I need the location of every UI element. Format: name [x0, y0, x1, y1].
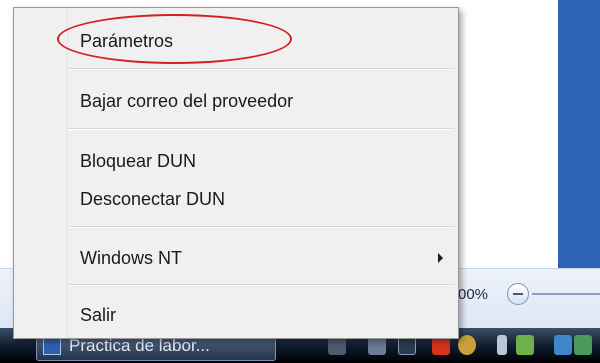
annotation-ellipse	[57, 14, 292, 64]
network-icon[interactable]	[516, 335, 534, 355]
menu-separator	[69, 128, 454, 130]
menu-item-bloquear-dun[interactable]: Bloquear DUN	[69, 146, 456, 176]
menu-item-label: Desconectar DUN	[80, 189, 226, 209]
zoom-out-icon[interactable]	[507, 283, 529, 305]
menu-item-bajar-correo[interactable]: Bajar correo del proveedor	[69, 86, 456, 116]
menu-item-label: Salir	[80, 305, 117, 325]
taskbar-button-label: Practica de labor...	[69, 336, 210, 355]
network-plug-icon[interactable]	[497, 335, 507, 355]
security-icon[interactable]	[458, 335, 476, 355]
zoom-slider[interactable]	[532, 293, 600, 295]
menu-separator	[69, 226, 454, 228]
tray-app-icon[interactable]	[574, 335, 592, 355]
menu-separator	[69, 284, 454, 286]
menu-item-label: Bajar correo del proveedor	[80, 91, 294, 111]
menu-item-desconectar-dun[interactable]: Desconectar DUN	[69, 184, 456, 214]
zoom-level: 00%	[458, 286, 489, 303]
menu-item-salir[interactable]: Salir	[69, 300, 456, 330]
menu-separator	[69, 68, 454, 70]
menu-item-windows-nt[interactable]: Windows NT	[69, 243, 456, 273]
desktop-background	[558, 0, 600, 300]
document-icon	[43, 337, 61, 355]
menu-item-label: Windows NT	[80, 248, 183, 268]
menu-item-label: Bloquear DUN	[80, 151, 197, 171]
display-icon[interactable]	[554, 335, 572, 355]
menu-icon-gutter	[14, 8, 68, 338]
submenu-arrow-icon	[438, 253, 443, 263]
